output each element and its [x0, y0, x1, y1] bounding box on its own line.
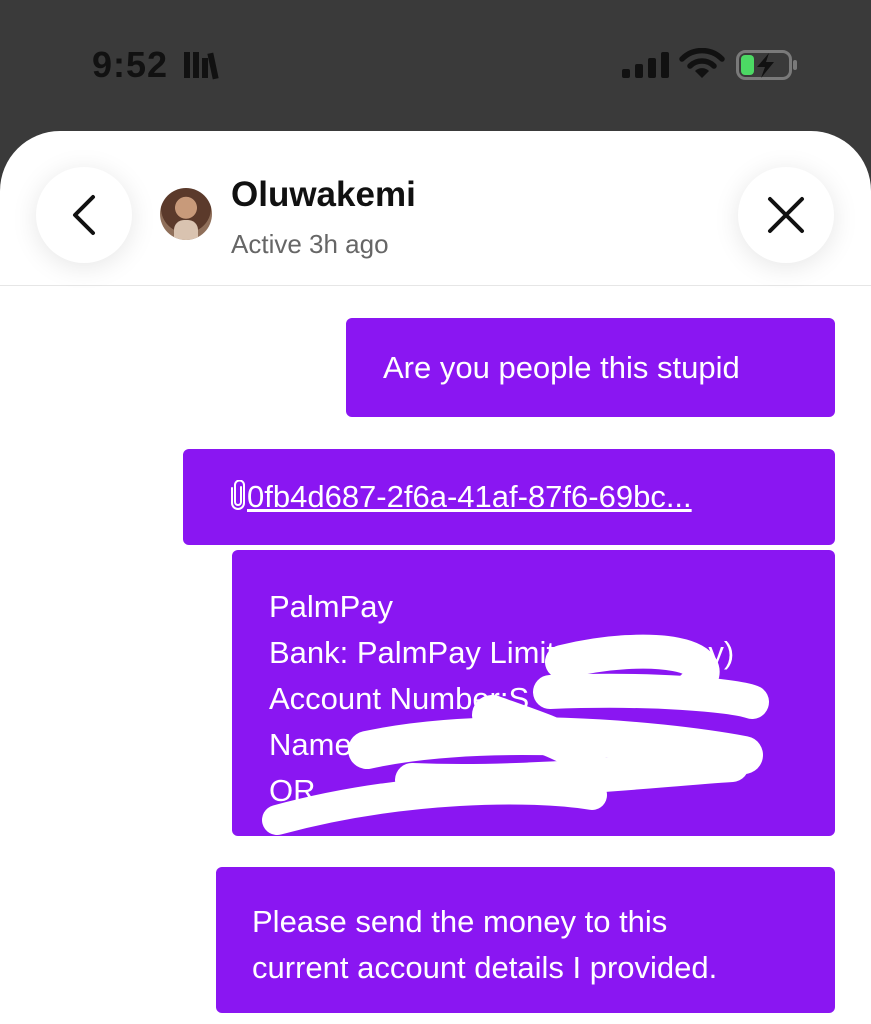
- account-details-bubble: PalmPay Bank: PalmPay Limited(PalmPay) A…: [232, 550, 835, 836]
- close-icon: [768, 197, 804, 233]
- message-line: current account details I provided.: [252, 950, 718, 985]
- presence-status: Active 3h ago: [231, 229, 389, 259]
- battery-charging-icon: [736, 50, 797, 80]
- back-button[interactable]: [36, 167, 132, 263]
- message-line: Account Number:S: [269, 681, 530, 716]
- chat-sheet: Oluwakemi Active 3h ago Are you people t…: [0, 131, 871, 1024]
- contact-avatar[interactable]: [160, 188, 212, 240]
- paperclip-icon: [231, 480, 245, 510]
- chat-header: Oluwakemi Active 3h ago: [0, 131, 871, 286]
- message-line: Please send the money to this: [252, 904, 668, 939]
- contact-name[interactable]: Oluwakemi: [231, 175, 416, 215]
- message-bubble: Are you people this stupid: [346, 318, 835, 417]
- wifi-icon: [679, 48, 725, 78]
- message-line: OR: [269, 773, 316, 808]
- cellular-signal-icon: [622, 52, 669, 78]
- message-line: Bank: PalmPay Limited(PalmPay): [269, 635, 735, 670]
- message-text: Are you people this stupid: [383, 350, 740, 385]
- attachment-link[interactable]: 0fb4d687-2f6a-41af-87f6-69bc...: [231, 479, 692, 514]
- attachment-message-bubble: 0fb4d687-2f6a-41af-87f6-69bc...: [183, 449, 835, 545]
- status-bar: 9:52: [0, 0, 871, 130]
- library-icon: [184, 52, 219, 80]
- status-time: 9:52: [92, 44, 169, 85]
- chevron-left-icon: [73, 195, 95, 235]
- message-bubble: Please send the money to this current ac…: [216, 867, 835, 1013]
- message-line: Name:CH: [269, 727, 406, 762]
- message-line: PalmPay: [269, 589, 394, 624]
- close-button[interactable]: [738, 167, 834, 263]
- attachment-filename: 0fb4d687-2f6a-41af-87f6-69bc...: [247, 479, 692, 514]
